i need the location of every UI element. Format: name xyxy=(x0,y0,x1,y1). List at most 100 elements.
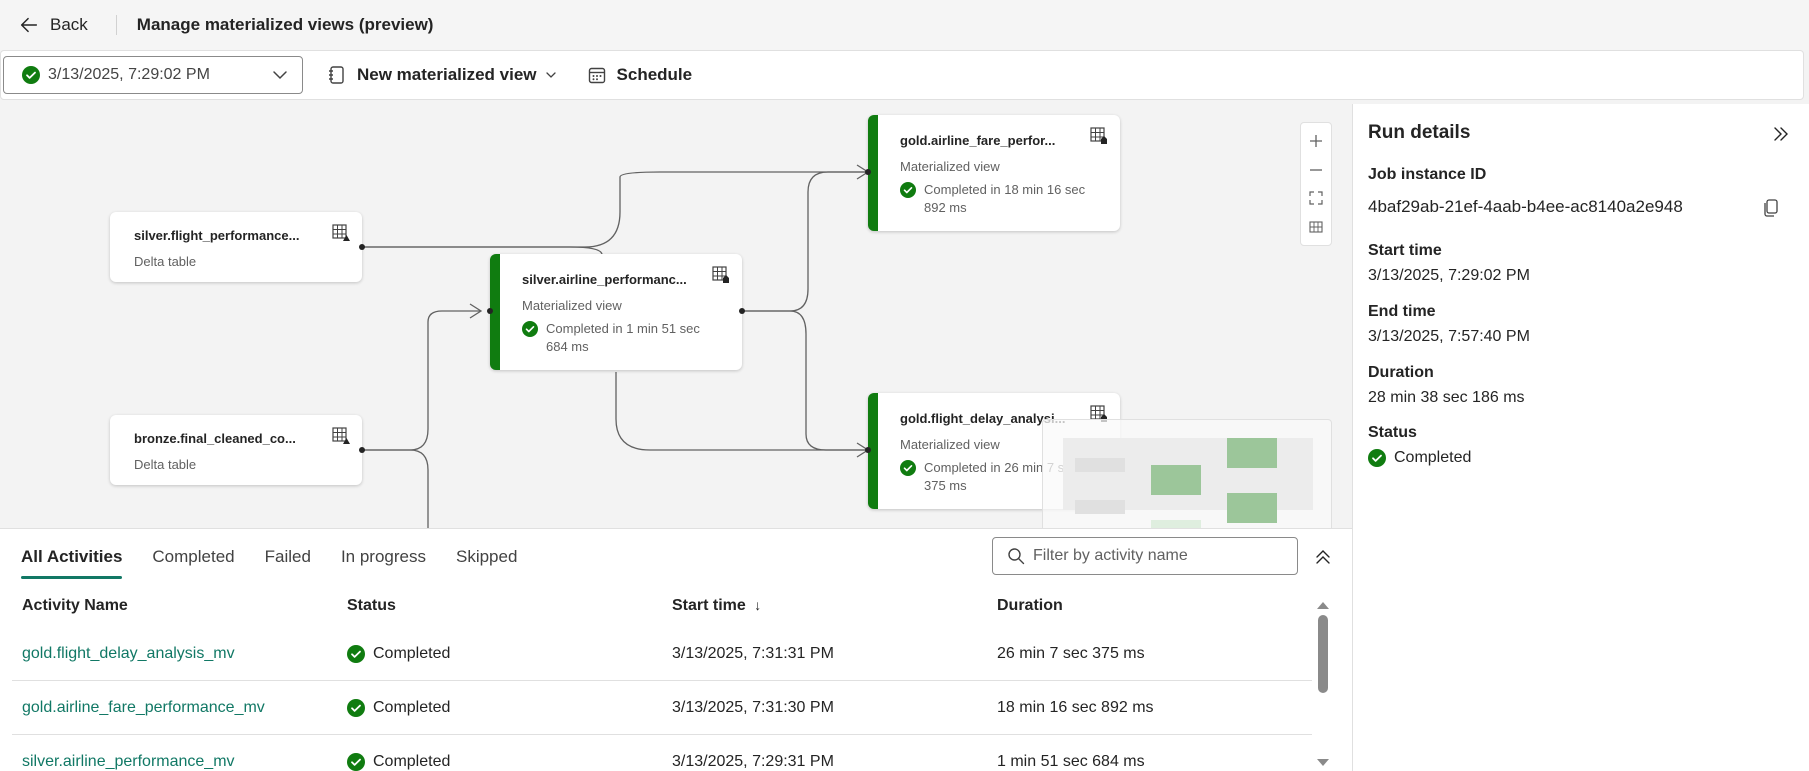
job-instance-label: Job instance ID xyxy=(1368,166,1487,183)
tab-skipped[interactable]: Skipped xyxy=(456,541,517,579)
node-title: silver.airline_performanc... xyxy=(522,272,687,287)
node-status-text: Completed in 1 min 51 sec 684 ms xyxy=(546,321,700,354)
edge-silver-airline-to-gold-delay xyxy=(742,310,868,451)
activity-status: Completed xyxy=(347,645,450,663)
node-title: gold.airline_fare_perfor... xyxy=(900,133,1056,148)
activity-status-text: Completed xyxy=(373,645,451,662)
scroll-down-icon[interactable] xyxy=(1316,757,1330,769)
node-type: Delta table xyxy=(134,254,197,269)
connector-dot xyxy=(739,308,745,314)
status-label: Status xyxy=(1368,424,1417,441)
tab-failed[interactable]: Failed xyxy=(265,541,311,579)
new-materialized-view-button[interactable]: New materialized view xyxy=(321,56,563,94)
zoom-controls xyxy=(1300,122,1332,246)
check-circle-icon xyxy=(900,182,916,198)
notebook-icon xyxy=(329,66,344,84)
header-divider xyxy=(115,15,117,35)
node-gold-airline-fare-performance[interactable]: gold.airline_fare_perfor... Materialized… xyxy=(868,115,1120,231)
check-circle-icon xyxy=(347,645,365,663)
status-text: Completed xyxy=(1394,449,1472,466)
scroll-thumb[interactable] xyxy=(1318,615,1328,693)
activity-status: Completed xyxy=(347,753,450,771)
edge-silver-airline-to-gold-fare xyxy=(742,171,868,312)
table-row[interactable]: gold.airline_fare_performance_mv Complet… xyxy=(12,681,1312,735)
tab-in-progress[interactable]: In progress xyxy=(341,541,426,579)
check-circle-icon xyxy=(347,699,365,717)
node-title: gold.flight_delay_analysi... xyxy=(900,411,1066,426)
materialized-view-icon xyxy=(1090,127,1107,144)
back-button[interactable]: Back xyxy=(0,0,88,50)
node-bronze-final-cleaned[interactable]: bronze.final_cleaned_co... Delta table xyxy=(110,415,362,485)
node-status-text: Completed in 18 min 16 sec 892 ms xyxy=(924,182,1086,215)
lineage-canvas[interactable]: silver.flight_performance... Delta table… xyxy=(0,104,1350,528)
connector-dot xyxy=(865,447,871,453)
header-bar: Back Manage materialized views (preview) xyxy=(0,0,1809,50)
col-start-time-label: Start time xyxy=(672,597,746,614)
node-silver-flight-performance[interactable]: silver.flight_performance... Delta table xyxy=(110,212,362,282)
activity-name-link[interactable]: gold.flight_delay_analysis_mv xyxy=(22,645,235,663)
tab-completed[interactable]: Completed xyxy=(152,541,234,579)
run-details-panel: Run details Job instance ID 4baf29ab-21e… xyxy=(1352,104,1809,771)
run-details-title: Run details xyxy=(1368,122,1471,143)
job-instance-id: 4baf29ab-21ef-4aab-b4ee-ac8140a2e948 xyxy=(1368,197,1683,216)
node-status: Completed in 1 min 51 sec 684 ms xyxy=(522,320,722,356)
node-title: bronze.final_cleaned_co... xyxy=(134,431,296,446)
minimap-toggle-icon[interactable] xyxy=(1307,218,1325,236)
table-scrollbar[interactable] xyxy=(1316,597,1330,771)
activity-name-link[interactable]: gold.airline_fare_performance_mv xyxy=(22,699,265,717)
activity-start-time: 3/13/2025, 7:31:30 PM xyxy=(672,699,834,716)
activity-duration: 1 min 51 sec 684 ms xyxy=(997,753,1145,770)
activity-start-time: 3/13/2025, 7:31:31 PM xyxy=(672,645,834,662)
check-circle-icon xyxy=(22,66,40,84)
zoom-out-icon[interactable] xyxy=(1307,161,1325,179)
scroll-up-icon[interactable] xyxy=(1316,599,1330,611)
status-value: Completed xyxy=(1368,449,1471,467)
table-row[interactable]: silver.airline_performance_mv Completed … xyxy=(12,735,1312,771)
back-label: Back xyxy=(50,15,88,34)
activity-status-text: Completed xyxy=(373,753,451,770)
check-circle-icon xyxy=(522,321,538,337)
delta-table-icon xyxy=(332,224,350,241)
delta-table-icon xyxy=(332,427,350,444)
activities-panel: All Activities Completed Failed In progr… xyxy=(0,528,1352,771)
double-chevron-right-icon[interactable] xyxy=(1771,124,1791,144)
fit-view-icon[interactable] xyxy=(1307,189,1325,207)
col-activity-name[interactable]: Activity Name xyxy=(22,597,128,615)
activity-name-link[interactable]: silver.airline_performance_mv xyxy=(22,753,235,771)
page-title: Manage materialized views (preview) xyxy=(136,15,434,34)
col-duration[interactable]: Duration xyxy=(997,597,1063,615)
activity-filter-input[interactable] xyxy=(1033,547,1283,565)
edge-bronze-down xyxy=(362,449,429,528)
graph-minimap[interactable] xyxy=(1042,419,1332,528)
col-start-time[interactable]: Start time ↓ xyxy=(672,597,761,615)
activity-tabs: All Activities Completed Failed In progr… xyxy=(21,541,517,579)
sort-arrow-icon: ↓ xyxy=(754,597,762,613)
col-status[interactable]: Status xyxy=(347,597,396,615)
activity-status-text: Completed xyxy=(373,699,451,716)
activity-status: Completed xyxy=(347,699,450,717)
zoom-in-icon[interactable] xyxy=(1307,132,1325,150)
double-chevron-up-icon[interactable] xyxy=(1313,547,1333,567)
copy-icon[interactable] xyxy=(1761,198,1781,218)
schedule-button[interactable]: Schedule xyxy=(581,56,699,94)
run-selected-value: 3/13/2025, 7:29:02 PM xyxy=(48,66,210,83)
duration-value: 28 min 38 sec 186 ms xyxy=(1368,389,1525,406)
connector-dot xyxy=(865,169,871,175)
end-time-label: End time xyxy=(1368,303,1436,320)
node-type: Delta table xyxy=(134,457,197,472)
connector-dot xyxy=(487,308,493,314)
toolbar: 3/13/2025, 7:29:02 PM New materialized v… xyxy=(0,50,1804,100)
materialized-view-icon xyxy=(712,266,729,283)
activity-duration: 26 min 7 sec 375 ms xyxy=(997,645,1145,662)
node-silver-airline-performance[interactable]: silver.airline_performanc... Materialize… xyxy=(490,254,742,370)
check-circle-icon xyxy=(1368,449,1386,467)
tab-all-activities[interactable]: All Activities xyxy=(21,541,123,579)
edge-silver-flight-to-silver-airline xyxy=(362,246,603,255)
node-title: silver.flight_performance... xyxy=(134,228,300,243)
activity-duration: 18 min 16 sec 892 ms xyxy=(997,699,1154,716)
start-time-label: Start time xyxy=(1368,242,1442,259)
table-row[interactable]: gold.flight_delay_analysis_mv Completed … xyxy=(12,627,1312,681)
connector-dot xyxy=(359,447,365,453)
run-selector-dropdown[interactable]: 3/13/2025, 7:29:02 PM xyxy=(3,56,303,94)
duration-label: Duration xyxy=(1368,364,1434,381)
